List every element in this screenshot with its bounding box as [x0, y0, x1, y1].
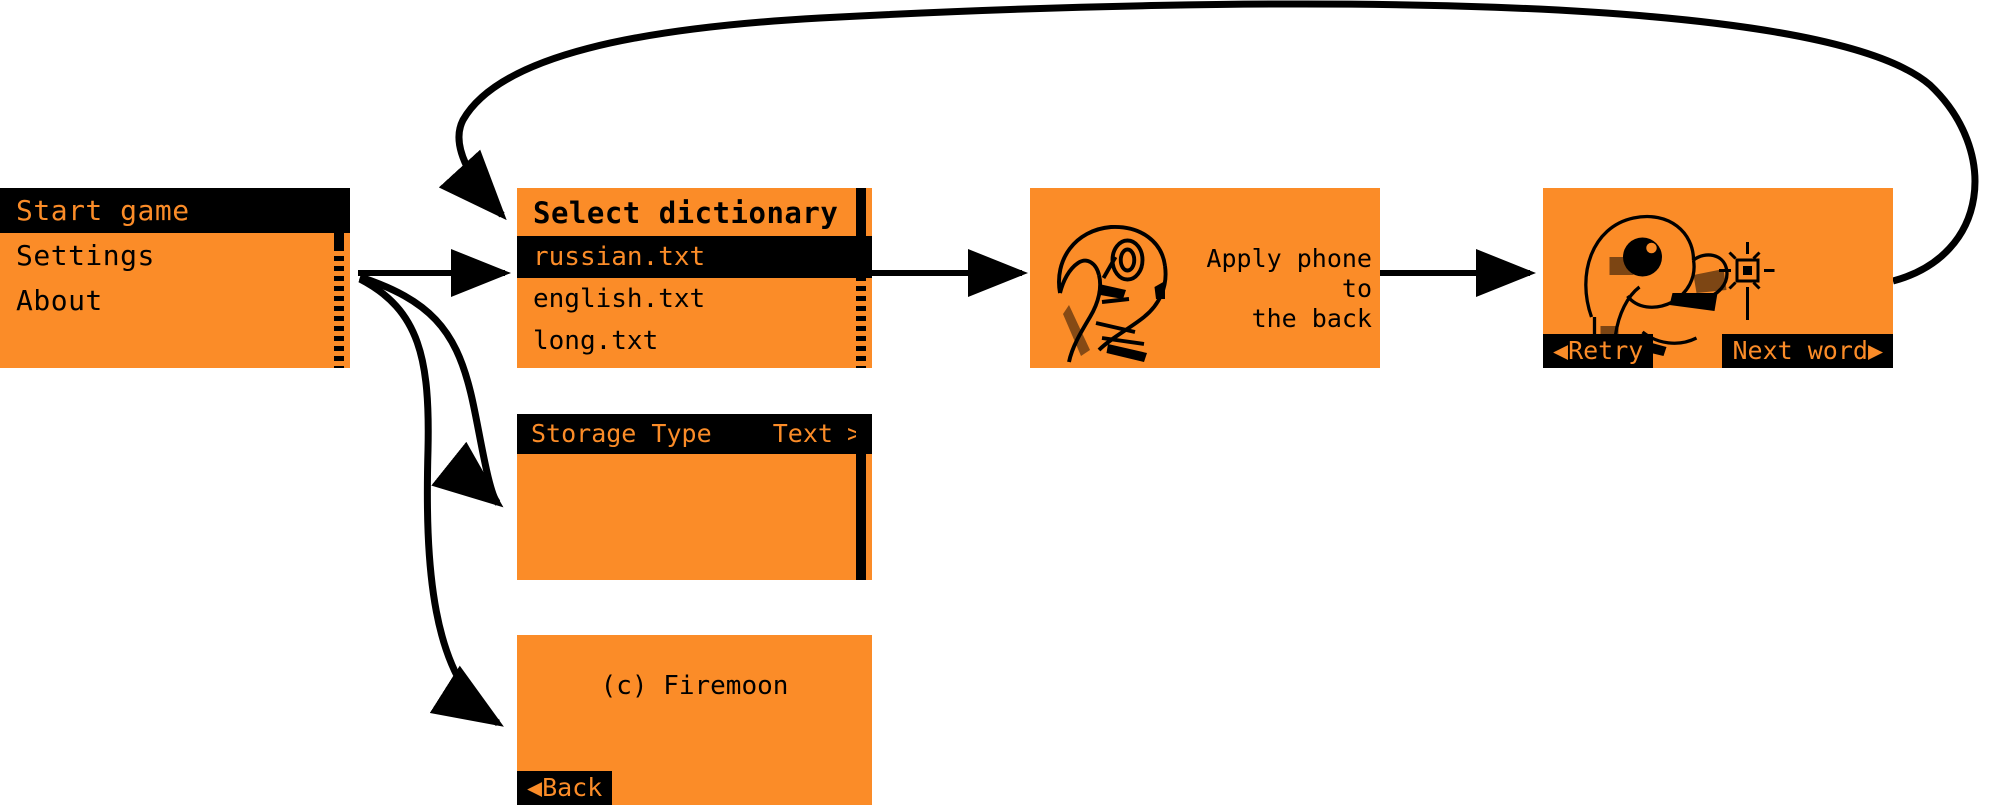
select-dictionary-screen: Select dictionary russian.txt english.tx… [517, 188, 872, 368]
dictionary-item-english[interactable]: english.txt [517, 278, 872, 320]
settings-scrollbar[interactable] [856, 414, 866, 580]
arrow-main-to-about [358, 275, 504, 727]
about-copyright-text: (c) Firemoon [600, 671, 789, 701]
arrow-left-icon: ◀ [1553, 336, 1569, 365]
flow-arrows-layer [358, 0, 1979, 727]
arrow-left-icon: ◀ [527, 773, 543, 802]
menu-item-start-game[interactable]: Start game [0, 188, 350, 233]
result-next-word-softkey[interactable]: Next word▶ [1722, 334, 1893, 368]
about-back-softkey[interactable]: ◀Back [517, 771, 613, 805]
result-retry-softkey[interactable]: ◀Retry [1543, 334, 1654, 368]
main-menu-scrollbar[interactable] [334, 188, 344, 368]
dictionary-item-russian[interactable]: russian.txt [517, 236, 872, 278]
menu-item-about[interactable]: About [0, 278, 350, 323]
select-dictionary-title: Select dictionary [533, 196, 839, 230]
dictionary-scrollbar[interactable] [856, 188, 866, 368]
result-retry-label: Retry [1568, 336, 1644, 365]
about-screen: (c) Firemoon ◀Back [517, 635, 872, 805]
scrollbar-thumb[interactable] [856, 188, 866, 246]
scrollbar-thumb[interactable] [856, 414, 866, 580]
scrollbar-track[interactable] [334, 246, 344, 368]
arrow-right-icon: ▶ [1867, 336, 1883, 365]
settings-row-value[interactable]: Text [773, 414, 847, 454]
flow-diagram-canvas: Start game Settings About Select diction… [0, 0, 1999, 805]
menu-item-settings[interactable]: Settings [0, 233, 350, 278]
about-back-label: Back [542, 773, 603, 802]
main-menu-screen: Start game Settings About [0, 188, 350, 368]
scrollbar-track[interactable] [856, 246, 866, 368]
settings-row-storage-type[interactable]: Storage Type Text > [517, 414, 872, 454]
apply-phone-caption: Apply phone to the back [1206, 244, 1372, 333]
dictionary-item-long[interactable]: long.txt [517, 320, 872, 362]
arrow-main-to-settings [358, 273, 504, 508]
settings-row-key: Storage Type [531, 419, 712, 448]
result-screen: ◀Retry Next word▶ [1543, 188, 1893, 368]
scrollbar-thumb[interactable] [334, 188, 344, 246]
apply-phone-screen: Apply phone to the back [1030, 188, 1380, 368]
settings-screen: Storage Type Text > [517, 414, 872, 580]
result-next-word-label: Next word [1732, 336, 1868, 365]
